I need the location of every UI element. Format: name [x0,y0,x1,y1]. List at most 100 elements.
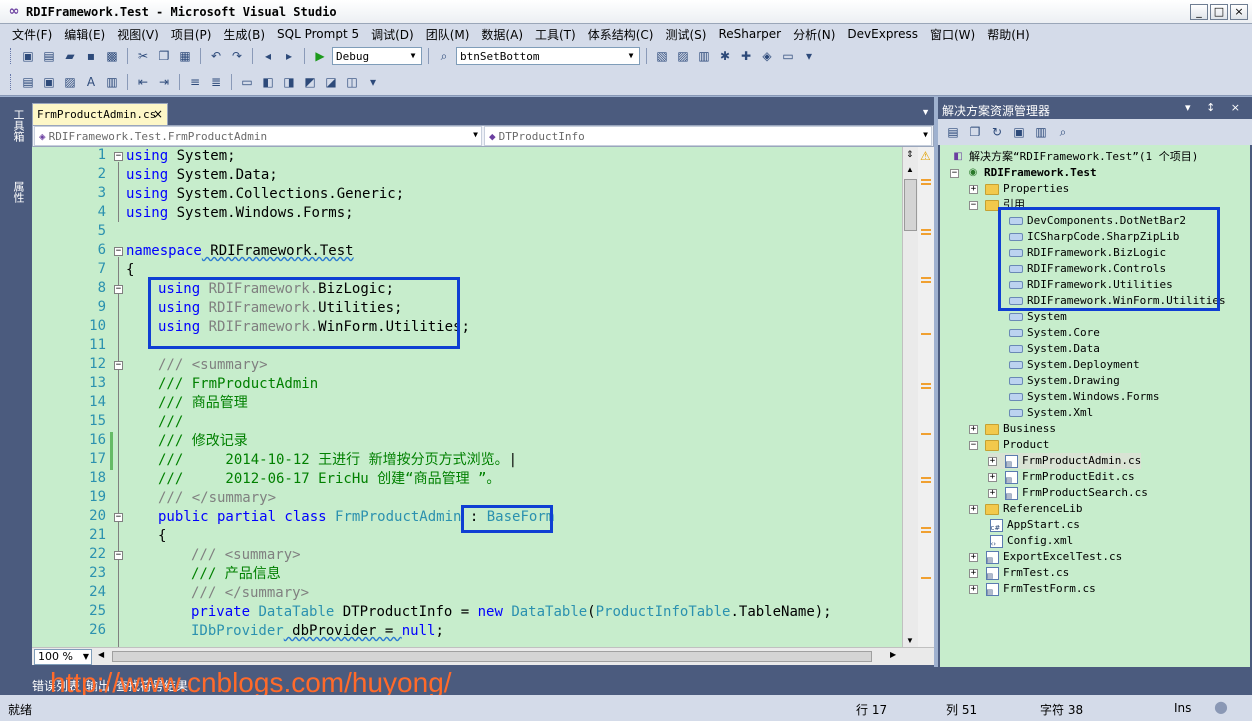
bookmark-icon[interactable]: ▭ [238,73,256,91]
extension-manager-icon[interactable]: ✚ [737,47,755,65]
code-text-area[interactable]: 1 2 3 4 5 6 7 8 9 10 11 12 13 14 15 16 1… [32,147,902,647]
tree-node-business[interactable]: + Business [969,421,1056,437]
split-icon[interactable]: ⇕ [906,149,914,160]
properties-icon[interactable]: ▨ [674,47,692,65]
horizontal-scrollbar-thumb[interactable] [112,651,872,662]
collapse-icon[interactable]: − [969,440,978,450]
zoom-select[interactable]: 100 % ▼ [34,649,92,665]
expand-icon[interactable]: + [969,552,978,562]
new-project-icon[interactable]: ▣ [19,47,37,65]
close-button[interactable]: × [1230,4,1248,20]
error-marker-strip[interactable]: ⚠ [918,147,934,647]
find-in-files-icon[interactable]: ⌕ [435,47,453,65]
tree-node-exportexceltest[interactable]: + ▤ ExportExcelTest.cs [969,549,1122,565]
toolbar-options-icon[interactable]: ▾ [800,47,818,65]
prev-bookmark-folder-icon[interactable]: ◩ [301,73,319,91]
menu-build[interactable]: 生成(B) [217,26,271,43]
menu-project[interactable]: 项目(P) [165,26,218,43]
scroll-right-icon[interactable]: ▶ [890,650,896,659]
class-diagram-icon[interactable]: ⌕ [1054,123,1072,141]
properties-icon[interactable]: ▤ [944,123,962,141]
tree-node-frmtestform[interactable]: + ▤ FrmTestForm.cs [969,581,1096,597]
collapse-icon[interactable]: − [114,247,123,256]
tree-node-frmproductedit[interactable]: + ▤ FrmProductEdit.cs [988,469,1135,485]
copy-icon[interactable]: ❐ [155,47,173,65]
menu-tools[interactable]: 工具(T) [529,26,582,43]
minimize-button[interactable]: _ [1190,4,1208,20]
collapse-icon[interactable]: − [950,168,959,178]
view-code-icon[interactable]: ▣ [1010,123,1028,141]
configuration-select[interactable]: Debug ▼ [332,47,422,65]
tree-node-solution[interactable]: ◧ 解决方案“RDIFramework.Test”(1 个项目) [950,149,1198,165]
view-designer-icon[interactable]: ▥ [1032,123,1050,141]
reference-item[interactable]: System.Core [1008,325,1100,341]
toolbar-options-icon[interactable]: ▾ [364,73,382,91]
quick-info-icon[interactable]: ▨ [61,73,79,91]
vertical-scrollbar[interactable]: ⇕ ▲ ▼ [902,147,918,647]
toolbar-grip[interactable] [10,73,13,90]
expand-icon[interactable]: + [988,456,997,466]
reference-item[interactable]: System.Xml [1008,405,1093,421]
class-view-icon[interactable]: ◈ [758,47,776,65]
collapse-icon[interactable]: − [114,152,123,161]
start-debug-icon[interactable]: ▶ [311,47,329,65]
menu-resharper[interactable]: ReSharper [712,27,787,41]
redo-icon[interactable]: ↷ [228,47,246,65]
add-item-icon[interactable]: ▤ [40,47,58,65]
menu-test[interactable]: 测试(S) [659,26,712,43]
scrollbar-thumb[interactable] [904,179,917,231]
menu-window[interactable]: 窗口(W) [924,26,981,43]
navigate-forward-icon[interactable]: ▸ [280,47,298,65]
open-file-icon[interactable]: ▰ [61,47,79,65]
expand-icon[interactable]: + [969,584,978,594]
object-browser-icon[interactable]: ▥ [695,47,713,65]
tree-node-project[interactable]: − ◉ RDIFramework.Test [950,165,1097,181]
panel-controls[interactable]: ▾ ↕ × [1185,101,1246,114]
expand-icon[interactable]: + [969,184,978,194]
save-all-icon[interactable]: ▩ [103,47,121,65]
tree-node-properties[interactable]: + Properties [969,181,1069,197]
warning-icon[interactable]: ⚠ [920,149,931,163]
expand-icon[interactable]: + [969,568,978,578]
reference-item[interactable]: System.Drawing [1008,373,1120,389]
display-word-icon[interactable]: ▥ [103,73,121,91]
menu-devexpress[interactable]: DevExpress [841,27,924,41]
toolbox-tab[interactable]: 工具箱 [6,105,26,146]
toolbox-icon[interactable]: ✱ [716,47,734,65]
reference-item[interactable]: System [1008,309,1067,325]
expand-icon[interactable]: + [969,424,978,434]
menu-debug[interactable]: 调试(D) [365,26,420,43]
close-icon[interactable]: × [153,107,163,121]
maximize-button[interactable]: □ [1210,4,1228,20]
document-tab[interactable]: FrmProductAdmin.cs × [32,103,168,125]
reference-item[interactable]: System.Windows.Forms [1008,389,1159,405]
tree-node-frmtest[interactable]: + ▤ FrmTest.cs [969,565,1069,581]
tree-node-config[interactable]: ‹› Config.xml [988,533,1073,549]
expand-icon[interactable]: + [988,488,997,498]
undo-icon[interactable]: ↶ [207,47,225,65]
scroll-left-icon[interactable]: ◀ [98,650,104,659]
chevron-down-icon[interactable]: ▼ [921,107,930,117]
class-navigation-select[interactable]: ◈ RDIFramework.Test.FrmProductAdmin ▼ [34,126,482,146]
menu-view[interactable]: 视图(V) [111,26,165,43]
next-bookmark-icon[interactable]: ◨ [280,73,298,91]
comment-icon[interactable]: ≡ [186,73,204,91]
increase-indent-icon[interactable]: ⇥ [155,73,173,91]
collapse-icon[interactable]: − [114,361,123,370]
menu-edit[interactable]: 编辑(E) [58,26,111,43]
solution-explorer-icon[interactable]: ▧ [653,47,671,65]
decrease-indent-icon[interactable]: ⇤ [134,73,152,91]
reference-item[interactable]: System.Data [1008,341,1100,357]
expand-icon[interactable]: + [969,504,978,514]
reference-item[interactable]: System.Deployment [1008,357,1140,373]
tree-node-referencelib[interactable]: + ReferenceLib [969,501,1082,517]
menu-sql-prompt[interactable]: SQL Prompt 5 [271,27,365,41]
find-combo[interactable]: btnSetBottom ▼ [456,47,640,65]
refresh-icon[interactable]: ↻ [988,123,1006,141]
prev-bookmark-icon[interactable]: ◧ [259,73,277,91]
menu-analyze[interactable]: 分析(N) [787,26,841,43]
parameter-info-icon[interactable]: ▣ [40,73,58,91]
scroll-down-icon[interactable]: ▼ [906,636,914,645]
properties-tab[interactable]: 属性 [6,177,26,207]
command-window-icon[interactable]: ▭ [779,47,797,65]
